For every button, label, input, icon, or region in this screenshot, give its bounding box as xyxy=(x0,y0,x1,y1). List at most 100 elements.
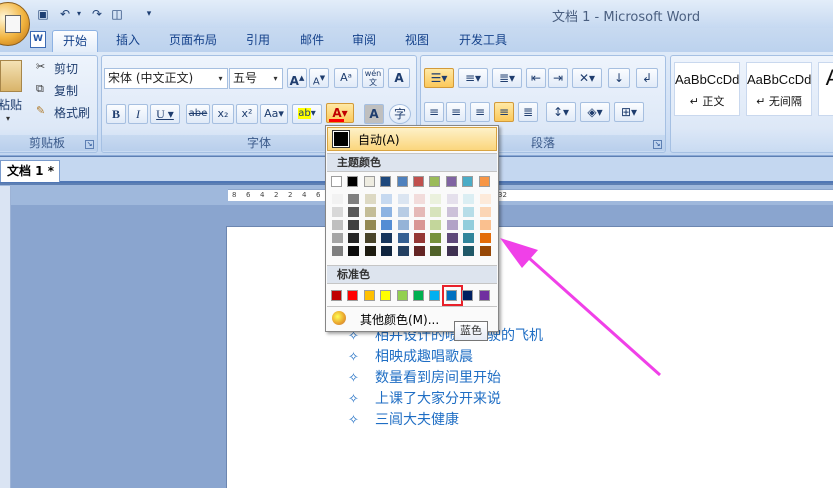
highlight-button[interactable]: ab▾ xyxy=(292,104,322,124)
theme-tint-swatch[interactable] xyxy=(446,194,458,204)
tab-developer[interactable]: 开发工具 xyxy=(450,30,516,52)
theme-tint-swatch[interactable] xyxy=(414,246,425,256)
theme-tint-swatch[interactable] xyxy=(348,220,360,230)
theme-tint-swatch[interactable] xyxy=(381,233,393,243)
cut-button[interactable]: 剪切 xyxy=(54,60,78,77)
theme-color-swatch[interactable] xyxy=(462,176,474,187)
theme-color-swatch[interactable] xyxy=(363,176,375,187)
style-normal[interactable]: AaBbCcDd ↵ 正文 xyxy=(674,62,740,116)
copy-button[interactable]: 复制 xyxy=(54,82,78,99)
superscript-button[interactable]: x² xyxy=(236,104,258,124)
theme-tint-swatch[interactable] xyxy=(348,233,360,243)
standard-color-swatch[interactable] xyxy=(413,290,424,301)
tab-mailings[interactable]: 邮件 xyxy=(290,30,334,52)
paragraph-launcher-icon[interactable]: ↘ xyxy=(653,140,662,149)
theme-tint-swatch[interactable] xyxy=(397,194,409,204)
standard-color-swatch[interactable] xyxy=(331,290,342,301)
subscript-button[interactable]: x₂ xyxy=(212,104,234,124)
horizontal-ruler[interactable]: 86422468101214161820222426283032 xyxy=(228,189,833,201)
print-preview-icon[interactable]: ◫ xyxy=(108,5,126,23)
align-right-button[interactable]: ≡ xyxy=(470,102,490,122)
standard-color-swatch[interactable] xyxy=(347,290,359,301)
theme-tint-swatch[interactable] xyxy=(364,207,376,217)
auto-color-item[interactable]: 自动(A) xyxy=(327,127,497,151)
distributed-button[interactable]: ≣ xyxy=(518,102,538,122)
standard-color-swatch[interactable] xyxy=(363,290,375,301)
paste-button[interactable]: 粘贴 xyxy=(0,96,22,113)
theme-color-swatch[interactable] xyxy=(396,176,408,187)
theme-tint-swatch[interactable] xyxy=(348,207,360,217)
format-painter-button[interactable]: 格式刷 xyxy=(54,104,90,121)
vertical-ruler[interactable] xyxy=(0,186,11,488)
theme-tint-swatch[interactable] xyxy=(332,220,343,230)
theme-tint-swatch[interactable] xyxy=(332,246,343,256)
theme-tint-swatch[interactable] xyxy=(430,207,442,217)
theme-tint-swatch[interactable] xyxy=(479,233,491,243)
more-colors-item[interactable]: 其他颜色(M)... xyxy=(360,311,439,328)
theme-tint-swatch[interactable] xyxy=(332,194,343,204)
tab-page-layout[interactable]: 页面布局 xyxy=(160,30,226,52)
redo-icon[interactable]: ↷ xyxy=(88,5,106,23)
tab-references[interactable]: 引用 xyxy=(236,30,280,52)
theme-tint-swatch[interactable] xyxy=(463,246,475,256)
enclose-characters-button[interactable]: 字 xyxy=(389,104,411,124)
theme-color-swatch[interactable] xyxy=(429,176,441,187)
theme-tint-swatch[interactable] xyxy=(381,194,393,204)
justify-button[interactable]: ≡ xyxy=(494,102,514,122)
theme-tint-swatch[interactable] xyxy=(430,233,442,243)
theme-color-swatch[interactable] xyxy=(347,176,359,187)
theme-color-swatch[interactable] xyxy=(478,176,490,187)
theme-tint-swatch[interactable] xyxy=(414,220,425,230)
borders-button[interactable]: ⊞▾ xyxy=(614,102,644,122)
standard-color-swatch[interactable] xyxy=(380,290,392,301)
theme-tint-swatch[interactable] xyxy=(397,246,409,256)
document-page[interactable] xyxy=(226,226,833,488)
theme-color-swatch[interactable] xyxy=(331,176,342,187)
theme-tint-swatch[interactable] xyxy=(463,233,475,243)
line-spacing-button[interactable]: ↕▾ xyxy=(546,102,576,122)
strikethrough-button[interactable]: abe xyxy=(186,104,210,124)
theme-tint-swatch[interactable] xyxy=(414,233,425,243)
theme-tint-swatch[interactable] xyxy=(479,220,491,230)
standard-color-swatch[interactable] xyxy=(478,290,490,301)
theme-tint-swatch[interactable] xyxy=(414,194,425,204)
bullets-button[interactable]: ☰▾ xyxy=(424,68,454,88)
align-left-button[interactable]: ≡ xyxy=(424,102,444,122)
shrink-font-button[interactable]: A▼ xyxy=(309,68,329,88)
theme-tint-swatch[interactable] xyxy=(364,233,376,243)
decrease-indent-button[interactable]: ⇤ xyxy=(526,68,546,88)
chinese-layout-button[interactable]: ✕▾ xyxy=(572,68,602,88)
theme-tint-swatch[interactable] xyxy=(364,194,376,204)
paste-icon[interactable] xyxy=(0,60,22,92)
save-icon[interactable]: ▣ xyxy=(34,5,52,23)
theme-tint-swatch[interactable] xyxy=(332,207,343,217)
clear-formatting-button[interactable]: Aᵃ xyxy=(334,68,358,88)
theme-color-swatch[interactable] xyxy=(445,176,457,187)
bullet-list-item[interactable]: ✧ 上课了大家分开来说 xyxy=(348,388,501,408)
font-size-combo[interactable]: 五号 ▾ xyxy=(229,68,283,89)
theme-tint-swatch[interactable] xyxy=(397,207,409,217)
theme-tint-swatch[interactable] xyxy=(479,207,491,217)
align-center-button[interactable]: ≡ xyxy=(446,102,466,122)
style-no-spacing[interactable]: AaBbCcDd ↵ 无间隔 xyxy=(746,62,812,116)
standard-color-swatch[interactable] xyxy=(396,290,408,301)
theme-tint-swatch[interactable] xyxy=(463,220,475,230)
multilevel-list-button[interactable]: ≣▾ xyxy=(492,68,522,88)
theme-tint-swatch[interactable] xyxy=(348,194,360,204)
style-heading[interactable]: A xyxy=(818,62,833,116)
change-case-button[interactable]: Aa▾ xyxy=(260,104,288,124)
bullet-list-item[interactable]: ✧ 相映成趣唱歌晨 xyxy=(348,346,473,366)
theme-tint-swatch[interactable] xyxy=(348,246,360,256)
theme-tint-swatch[interactable] xyxy=(381,246,393,256)
document-tab[interactable]: 文档 1 * xyxy=(0,160,60,182)
theme-tint-swatch[interactable] xyxy=(430,246,442,256)
standard-color-swatch[interactable] xyxy=(462,290,474,301)
font-name-dropdown-icon[interactable]: ▾ xyxy=(215,70,226,87)
tab-home[interactable]: 开始 xyxy=(52,30,98,52)
clipboard-launcher-icon[interactable]: ↘ xyxy=(85,140,94,149)
theme-tint-swatch[interactable] xyxy=(381,207,393,217)
show-marks-button[interactable]: ↲ xyxy=(636,68,658,88)
bullet-list-item[interactable]: ✧ 数量看到房间里开始 xyxy=(348,367,501,387)
theme-tint-swatch[interactable] xyxy=(463,207,475,217)
grow-font-button[interactable]: A▲ xyxy=(287,68,307,88)
